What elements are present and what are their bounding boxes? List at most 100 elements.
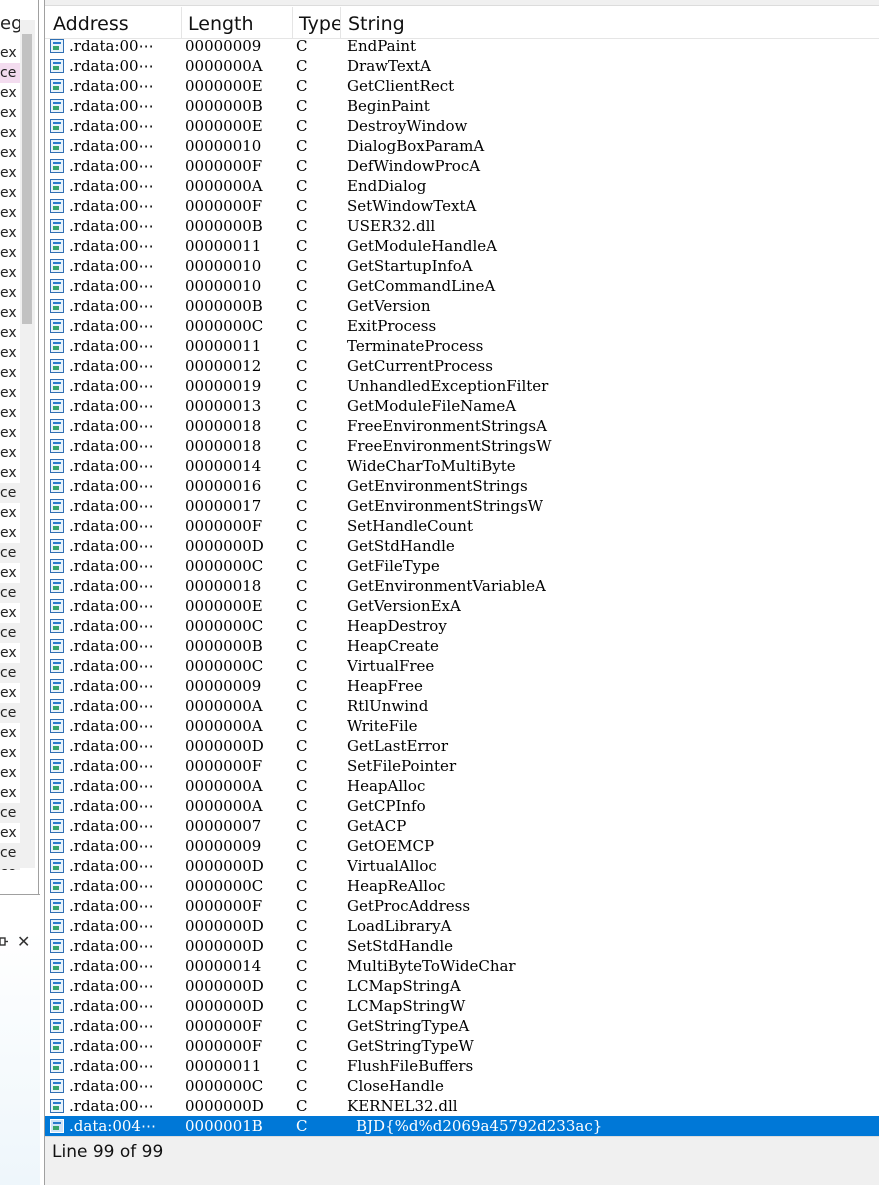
side-panel-item[interactable]: ex bbox=[0, 783, 20, 803]
side-panel-item[interactable]: ex bbox=[0, 43, 20, 63]
string-row[interactable]: .rdata:00⋯ 0000000E C DestroyWindow bbox=[45, 116, 879, 136]
string-row[interactable]: .rdata:00⋯ 0000000E C GetVersionExA bbox=[45, 596, 879, 616]
string-row[interactable]: .rdata:00⋯ 0000000D C LoadLibraryA bbox=[45, 916, 879, 936]
string-row[interactable]: .rdata:00⋯ 0000000B C HeapCreate bbox=[45, 636, 879, 656]
side-panel-item[interactable]: ex bbox=[0, 503, 20, 523]
side-panel-item[interactable]: ex bbox=[0, 383, 20, 403]
side-panel-item[interactable]: ex bbox=[0, 403, 20, 423]
string-row[interactable]: .rdata:00⋯ 0000000A C EndDialog bbox=[45, 176, 879, 196]
side-panel-item[interactable]: ex bbox=[0, 183, 20, 203]
side-panel-item[interactable]: ex bbox=[0, 303, 20, 323]
side-panel-item[interactable]: ex bbox=[0, 823, 20, 843]
string-row[interactable]: .rdata:00⋯ 0000000C C ExitProcess bbox=[45, 316, 879, 336]
side-panel-item[interactable]: ex bbox=[0, 643, 20, 663]
string-row[interactable]: .rdata:00⋯ 00000016 C GetEnvironmentStrings bbox=[45, 476, 879, 496]
side-panel-item[interactable]: ce bbox=[0, 583, 20, 603]
side-panel-item[interactable]: ex bbox=[0, 343, 20, 363]
side-panel-item[interactable]: ce bbox=[0, 483, 20, 503]
string-row[interactable]: .rdata:00⋯ 0000000A C DrawTextA bbox=[45, 56, 879, 76]
side-panel-item[interactable]: ce bbox=[0, 803, 20, 823]
string-row[interactable]: .rdata:00⋯ 00000009 C EndPaint bbox=[45, 36, 879, 56]
string-row[interactable]: .rdata:00⋯ 00000014 C WideCharToMultiByte bbox=[45, 456, 879, 476]
string-row[interactable]: .rdata:00⋯ 0000000A C WriteFile bbox=[45, 716, 879, 736]
column-header-address[interactable]: Address bbox=[47, 7, 181, 39]
side-panel-item[interactable]: ex bbox=[0, 283, 20, 303]
string-row[interactable]: .rdata:00⋯ 0000000D C LCMapStringA bbox=[45, 976, 879, 996]
string-row[interactable]: .rdata:00⋯ 0000000C C HeapReAlloc bbox=[45, 876, 879, 896]
side-panel-item[interactable]: ex bbox=[0, 423, 20, 443]
side-panel-item[interactable]: ce bbox=[0, 843, 20, 863]
string-row[interactable]: .rdata:00⋯ 00000011 C FlushFileBuffers bbox=[45, 1056, 879, 1076]
side-panel-item[interactable]: ex bbox=[0, 763, 20, 783]
side-panel-item[interactable]: ex bbox=[0, 83, 20, 103]
string-row[interactable]: .rdata:00⋯ 00000012 C GetCurrentProcess bbox=[45, 356, 879, 376]
side-panel-item[interactable]: ex bbox=[0, 223, 20, 243]
side-panel-item[interactable]: ex bbox=[0, 563, 20, 583]
side-panel-item[interactable]: ce bbox=[0, 863, 20, 870]
side-panel-item[interactable]: ex bbox=[0, 323, 20, 343]
string-row[interactable]: .rdata:00⋯ 00000019 C UnhandledExceptionFil… bbox=[45, 376, 879, 396]
string-row[interactable]: .rdata:00⋯ 0000000D C GetStdHandle bbox=[45, 536, 879, 556]
string-row[interactable]: .rdata:00⋯ 00000010 C GetCommandLineA bbox=[45, 276, 879, 296]
side-panel-item[interactable]: ex bbox=[0, 683, 20, 703]
side-panel-item[interactable]: ex bbox=[0, 523, 20, 543]
string-row[interactable]: .rdata:00⋯ 0000000F C GetProcAddress bbox=[45, 896, 879, 916]
string-row[interactable]: .rdata:00⋯ 00000009 C GetOEMCP bbox=[45, 836, 879, 856]
side-panel-item[interactable]: ex bbox=[0, 603, 20, 623]
string-row[interactable]: .rdata:00⋯ 0000000A C RtlUnwind bbox=[45, 696, 879, 716]
string-row[interactable]: .rdata:00⋯ 0000000F C SetFilePointer bbox=[45, 756, 879, 776]
string-row[interactable]: .rdata:00⋯ 0000000A C HeapAlloc bbox=[45, 776, 879, 796]
string-row[interactable]: .rdata:00⋯ 0000000B C BeginPaint bbox=[45, 96, 879, 116]
string-row[interactable]: .rdata:00⋯ 0000000B C GetVersion bbox=[45, 296, 879, 316]
string-row[interactable]: .rdata:00⋯ 00000010 C GetStartupInfoA bbox=[45, 256, 879, 276]
string-row[interactable]: .rdata:00⋯ 00000013 C GetModuleFileNameA bbox=[45, 396, 879, 416]
side-panel-item[interactable]: ce bbox=[0, 63, 20, 83]
side-panel-item[interactable]: ex bbox=[0, 743, 20, 763]
string-row[interactable]: .rdata:00⋯ 0000000C C CloseHandle bbox=[45, 1076, 879, 1096]
side-panel-item[interactable]: ex bbox=[0, 103, 20, 123]
string-row[interactable]: .rdata:00⋯ 00000010 C DialogBoxParamA bbox=[45, 136, 879, 156]
string-row[interactable]: .rdata:00⋯ 00000011 C GetModuleHandleA bbox=[45, 236, 879, 256]
side-panel-item[interactable]: ex bbox=[0, 463, 20, 483]
side-panel-item[interactable]: ce bbox=[0, 543, 20, 563]
side-panel-item[interactable]: ex bbox=[0, 203, 20, 223]
string-row[interactable]: .rdata:00⋯ 00000017 C GetEnvironmentStrings… bbox=[45, 496, 879, 516]
side-panel-item[interactable]: ex bbox=[0, 243, 20, 263]
string-row[interactable]: .rdata:00⋯ 0000000C C HeapDestroy bbox=[45, 616, 879, 636]
string-row[interactable]: .rdata:00⋯ 00000009 C HeapFree bbox=[45, 676, 879, 696]
string-row[interactable]: .rdata:00⋯ 00000007 C GetACP bbox=[45, 816, 879, 836]
side-panel-item[interactable]: ce bbox=[0, 703, 20, 723]
side-panel-item[interactable]: ex bbox=[0, 443, 20, 463]
string-row[interactable]: .rdata:00⋯ 0000000F C SetHandleCount bbox=[45, 516, 879, 536]
column-header-length[interactable]: Length bbox=[182, 7, 292, 39]
string-row[interactable]: .rdata:00⋯ 0000000E C GetClientRect bbox=[45, 76, 879, 96]
side-panel-scroll-thumb[interactable] bbox=[22, 34, 32, 324]
side-panel-item[interactable]: ex bbox=[0, 723, 20, 743]
side-panel-item[interactable]: ex bbox=[0, 143, 20, 163]
string-row[interactable]: .rdata:00⋯ 0000000F C GetStringTypeW bbox=[45, 1036, 879, 1056]
string-row[interactable]: .rdata:00⋯ 00000014 C MultiByteToWideChar bbox=[45, 956, 879, 976]
column-divider[interactable] bbox=[340, 7, 341, 39]
string-row[interactable]: .rdata:00⋯ 0000000D C LCMapStringW bbox=[45, 996, 879, 1016]
string-row[interactable]: .rdata:00⋯ 00000018 C FreeEnvironmentString… bbox=[45, 436, 879, 456]
column-header-string[interactable]: String bbox=[342, 7, 872, 39]
string-row[interactable]: .rdata:00⋯ 0000000F C GetStringTypeA bbox=[45, 1016, 879, 1036]
string-row[interactable]: .rdata:00⋯ 0000000D C VirtualAlloc bbox=[45, 856, 879, 876]
side-panel-item[interactable]: ex bbox=[0, 363, 20, 383]
string-row[interactable]: .rdata:00⋯ 00000011 C TerminateProcess bbox=[45, 336, 879, 356]
string-row[interactable]: .rdata:00⋯ 0000000D C KERNEL32.dll bbox=[45, 1096, 879, 1116]
string-row[interactable]: .rdata:00⋯ 00000018 C GetEnvironmentVariabl… bbox=[45, 576, 879, 596]
string-row[interactable]: .rdata:00⋯ 0000000D C SetStdHandle bbox=[45, 936, 879, 956]
string-row[interactable]: .data:004⋯ 0000001B C BJD{%d%d2069a45792d23… bbox=[45, 1116, 879, 1136]
side-panel-item[interactable]: ce bbox=[0, 623, 20, 643]
side-panel-item[interactable]: ex bbox=[0, 163, 20, 183]
side-panel-item[interactable]: ex bbox=[0, 123, 20, 143]
pin-icon[interactable] bbox=[0, 935, 8, 949]
side-panel-item[interactable]: ex bbox=[0, 263, 20, 283]
close-icon[interactable]: ✕ bbox=[17, 934, 33, 950]
string-row[interactable]: .rdata:00⋯ 0000000C C GetFileType bbox=[45, 556, 879, 576]
string-row[interactable]: .rdata:00⋯ 0000000D C GetLastError bbox=[45, 736, 879, 756]
side-panel-item[interactable]: ce bbox=[0, 663, 20, 683]
string-row[interactable]: .rdata:00⋯ 0000000F C SetWindowTextA bbox=[45, 196, 879, 216]
string-row[interactable]: .rdata:00⋯ 0000000B C USER32.dll bbox=[45, 216, 879, 236]
